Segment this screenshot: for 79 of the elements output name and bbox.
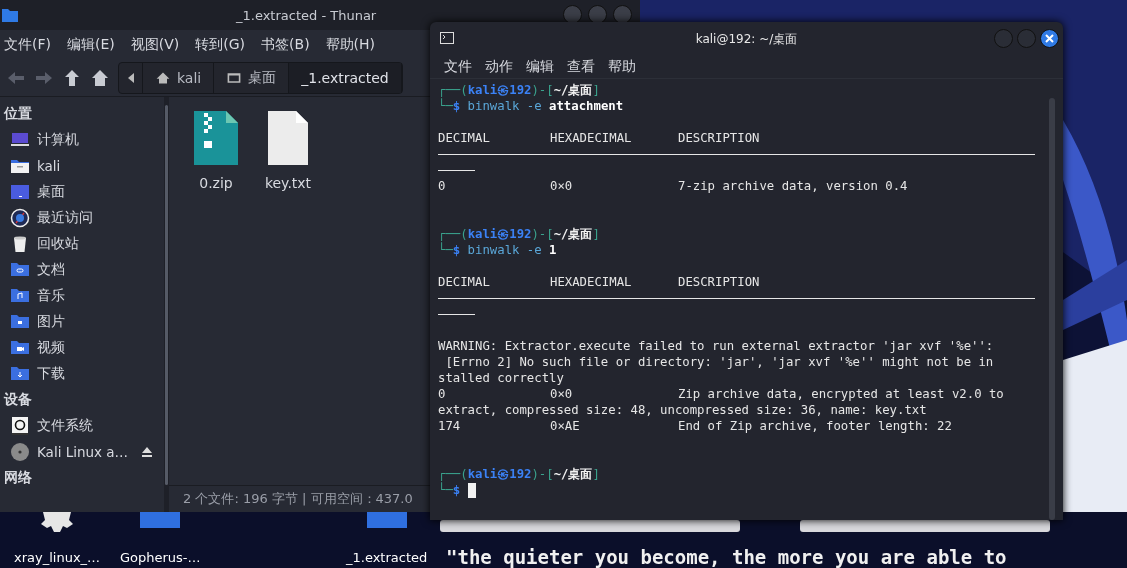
sidebar-item[interactable]: 下载 (4, 361, 164, 387)
sidebar-item[interactable]: 文档 (4, 257, 164, 283)
output-cell-text: DECIMAL (438, 274, 491, 290)
desktop-icon-label[interactable]: Gopherus-… (120, 550, 201, 565)
scrollbar[interactable] (1049, 98, 1055, 520)
window-title: kali@192: ~/桌面 (695, 30, 798, 48)
output-cell-text: Zip archive data, encrypted at least v2.0 to (678, 386, 1005, 402)
menu-item[interactable]: 视图(V) (130, 36, 196, 54)
document-icon (266, 111, 310, 165)
menu-item[interactable]: 动作 (485, 58, 513, 76)
menu-item[interactable]: 文件 (444, 58, 472, 76)
disc-icon (10, 442, 30, 462)
sidebar-item[interactable]: 文件系统 (4, 413, 164, 439)
output-cell-text: 0×0 (550, 178, 574, 194)
output-cell-text: 0 (438, 178, 447, 194)
recent-icon (10, 208, 30, 228)
window-title: _1.extracted - Thunar (236, 7, 377, 23)
minimize-button[interactable] (994, 29, 1013, 48)
caret-icon (127, 73, 134, 83)
menu-item[interactable]: 帮助 (608, 58, 636, 76)
path-button[interactable]: kali (143, 63, 215, 93)
folder-icon (2, 8, 18, 22)
sidebar-item[interactable]: 最近访问 (4, 205, 164, 231)
terminal-output-line: extract, compressed size: 48, uncompressed size: 36, name: key.txt (438, 402, 928, 418)
file-item[interactable]: key.txt (255, 111, 321, 191)
eject-icon[interactable] (141, 446, 154, 458)
output-cell-text: End of Zip archive, footer length: 22 (678, 418, 953, 434)
monitor-icon (226, 70, 243, 86)
output-cell-text: HEXADECIMAL (550, 274, 633, 290)
output-cell-text: DESCRIPTION (678, 274, 761, 290)
close-icon (1045, 34, 1054, 43)
terminal-output-line: stalled correctly (438, 370, 565, 386)
path-button[interactable]: _1.extracted (289, 63, 402, 93)
desktop-icon (10, 182, 30, 202)
sidebar-item[interactable]: 桌面 (4, 179, 164, 205)
home-icon (90, 68, 110, 88)
output-cell-text: DESCRIPTION (678, 130, 761, 146)
menu-item[interactable]: 转到(G) (195, 36, 262, 54)
menu-item[interactable]: 帮助(H) (325, 36, 392, 54)
home-icon (155, 70, 171, 86)
prompt-line: ┌──(kali㉿192)-[~/桌面] (438, 227, 600, 241)
menu-item[interactable]: 编辑 (526, 58, 554, 76)
sidebar-heading: 位置 (4, 104, 33, 123)
menu-item[interactable]: 编辑(E) (67, 36, 131, 54)
file-item[interactable]: 0.zip (183, 111, 249, 191)
close-button[interactable] (1040, 29, 1059, 48)
desktop-icon-label[interactable]: _1.extracted (346, 550, 428, 565)
sidebar-item[interactable]: 回收站 (4, 231, 164, 257)
zip-file-icon (194, 111, 238, 165)
output-cell-text: 7-zip archive data, version 0.4 (678, 178, 909, 194)
terminal-icon (440, 32, 454, 44)
output-cell-text: 0×0 (550, 386, 574, 402)
terminal-output-line: [Errno 2] No such file or directory: 'jar', 'jar xvf '%e'' might not be in (444, 354, 995, 370)
output-cell-text: 0 (438, 386, 447, 402)
menu-item[interactable]: 书签(B) (261, 36, 326, 54)
drive-icon (10, 416, 30, 436)
prompt-line: ┌──(kali㉿192)-[~/桌面] (438, 467, 600, 481)
menu-item[interactable]: 查看 (567, 58, 595, 76)
sidebar-item[interactable]: Kali Linux a… (4, 439, 164, 465)
menu-item[interactable]: 文件(F) (4, 36, 67, 54)
scrollbar[interactable] (165, 105, 168, 485)
sidebar-item[interactable]: 图片 (4, 309, 164, 335)
wallpaper-slogan: "the quieter you become, the more you are able to (446, 546, 1007, 568)
prompt-line: ┌──(kali㉿192)-[~/桌面] (438, 83, 600, 97)
sidebar-heading: 网络 (4, 468, 33, 487)
sidebar-item[interactable]: 视频 (4, 335, 164, 361)
sidebar-item[interactable]: 音乐 (4, 283, 164, 309)
desktop-icon-label[interactable]: xray_linux_… (14, 550, 101, 565)
prompt-line: └─$ binwalk -e attachment (438, 99, 624, 113)
sidebar-heading: 设备 (4, 390, 33, 409)
output-cell-text: 174 (438, 418, 462, 434)
output-cell-text: DECIMAL (438, 130, 491, 146)
prompt-line: └─$ binwalk -e 1 (438, 243, 557, 257)
output-cell-text: HEXADECIMAL (550, 130, 633, 146)
prompt-line: └─$ (438, 483, 461, 497)
terminal-output-line: WARNING: Extractor.execute failed to run external extractor 'jar xvf '%e'': (438, 338, 995, 354)
sidebar-item[interactable]: 计算机 (4, 127, 164, 153)
output-cell-text: 0×AE (550, 418, 581, 434)
sidebar-item[interactable]: kali (4, 153, 164, 179)
